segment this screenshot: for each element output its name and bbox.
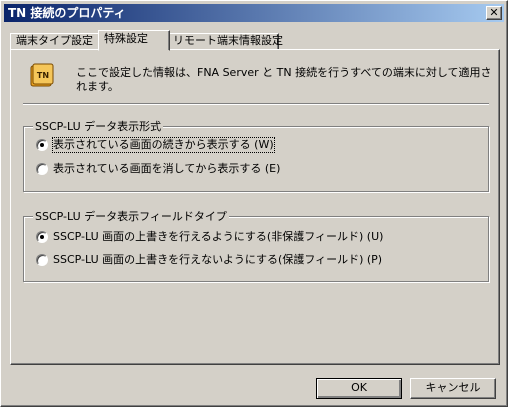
tab-remote-terminal-info-label: リモート端末情報設定 xyxy=(173,34,283,47)
tab-special-settings-label: 特殊設定 xyxy=(104,32,148,45)
svg-text:TN: TN xyxy=(37,71,49,80)
tab-special-settings[interactable]: 特殊設定 xyxy=(98,30,170,51)
properties-dialog: TN 接続のプロパティ ✕ 端末タイプ設定 リモート端末情報設定 特殊設定 TN… xyxy=(0,0,508,407)
radio-button[interactable] xyxy=(36,254,48,266)
title-bar[interactable]: TN 接続のプロパティ ✕ xyxy=(4,4,504,22)
radio-protected-field-label: SSCP-LU 画面の上書きを行えないようにする(保護フィールド) (P) xyxy=(53,253,383,266)
radio-checked-dot xyxy=(40,143,44,147)
window-title: TN 接続のプロパティ xyxy=(8,6,126,20)
tab-terminal-type-label: 端末タイプ設定 xyxy=(16,34,93,47)
group-display-format: SSCP-LU データ表示形式 表示されている画面の続きから表示する (W) 表… xyxy=(23,120,489,192)
radio-button[interactable] xyxy=(36,231,48,243)
close-button[interactable]: ✕ xyxy=(486,6,502,20)
radio-checked-dot xyxy=(40,235,44,239)
tab-panel-special-settings: TN ここで設定した情報は、FNA Server と TN 接続を行うすべての端… xyxy=(10,49,500,365)
info-description: ここで設定した情報は、FNA Server と TN 接続を行うすべての端末に対… xyxy=(76,66,492,93)
cancel-button[interactable]: キャンセル xyxy=(410,378,496,399)
radio-button[interactable] xyxy=(36,139,48,151)
tn-terminal-icon: TN xyxy=(30,63,54,87)
group-field-type: SSCP-LU データ表示フィールドタイプ SSCP-LU 画面の上書きを行える… xyxy=(23,210,489,282)
group-display-format-label: SSCP-LU データ表示形式 xyxy=(33,120,164,133)
group-field-type-label: SSCP-LU データ表示フィールドタイプ xyxy=(33,210,229,223)
radio-clear-display-label: 表示されている画面を消してから表示する (E) xyxy=(53,162,281,175)
separator xyxy=(23,103,489,105)
tab-terminal-type[interactable]: 端末タイプ設定 xyxy=(10,33,101,50)
tab-remote-terminal-info[interactable]: リモート端末情報設定 xyxy=(167,33,283,50)
radio-unprotected-field-label: SSCP-LU 画面の上書きを行えるようにする(非保護フィールド) (U) xyxy=(53,230,384,243)
radio-button[interactable] xyxy=(36,163,48,175)
close-icon: ✕ xyxy=(489,6,499,19)
ok-button[interactable]: OK xyxy=(316,378,402,399)
radio-continue-display-label: 表示されている画面の続きから表示する (W) xyxy=(52,137,275,153)
